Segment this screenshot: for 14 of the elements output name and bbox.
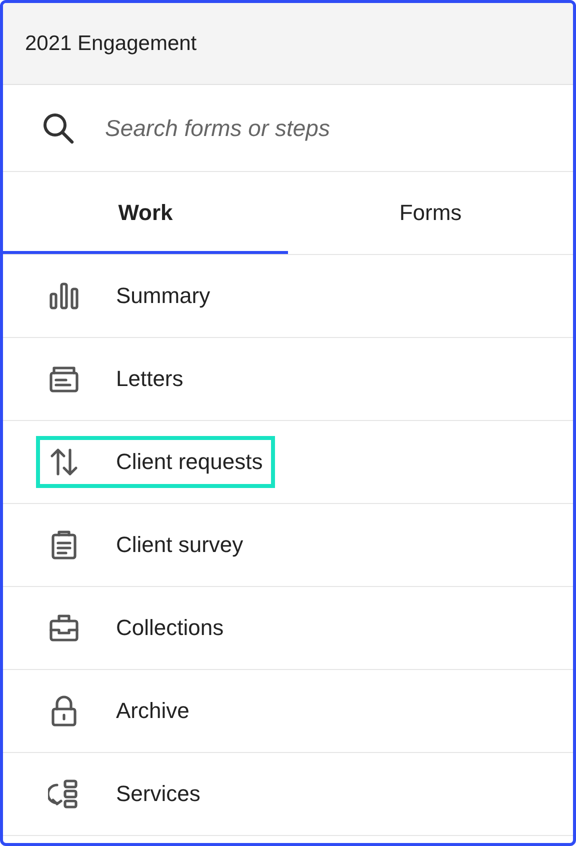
nav-item[interactable]: Archive [36,685,202,737]
briefcase-icon [48,612,80,644]
nav-item[interactable]: Collections [36,602,236,654]
nav-item[interactable]: Summary [36,270,222,322]
up-down-arrows-icon [48,446,80,478]
bar-chart-icon [48,280,80,312]
list-refresh-icon [48,778,80,810]
search-field[interactable]: Search forms or steps [103,114,487,142]
search-icon [41,111,75,145]
nav-item[interactable]: Letters [36,353,196,405]
panel-title: 2021 Engagement [25,32,197,56]
nav-item[interactable]: Client survey [36,519,256,571]
nav-item[interactable]: Client requests [36,436,275,488]
nav-item[interactable]: Services [36,768,212,820]
